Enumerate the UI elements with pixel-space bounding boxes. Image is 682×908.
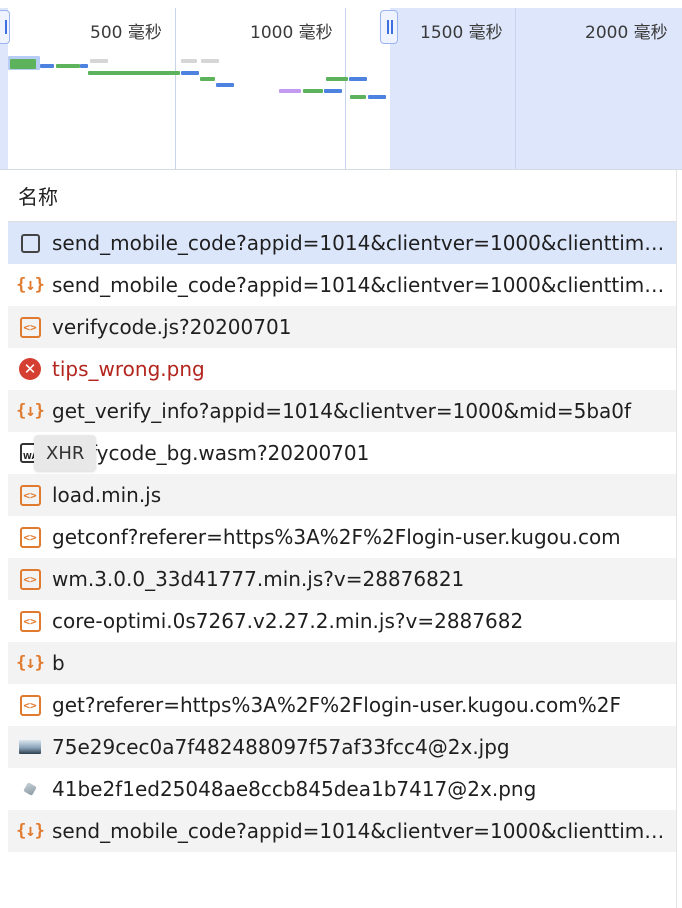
script-icon: <> [18, 483, 42, 507]
script-icon: <> [18, 315, 42, 339]
request-name: verifycode.js?20200701 [52, 315, 292, 339]
grid-line [515, 8, 516, 169]
panel-divider[interactable] [676, 170, 682, 908]
tick-label: 500 毫秒 [90, 23, 162, 43]
table-row[interactable]: ✕ tips_wrong.png [8, 348, 676, 390]
request-name: getconf?referer=https%3A%2F%2Flogin-user… [52, 525, 621, 549]
request-name: get_verify_info?appid=1014&clientver=100… [52, 399, 632, 423]
tick-label: 1000 毫秒 [250, 23, 333, 43]
waterfall-bar [303, 89, 323, 93]
xhr-icon: {↓} [16, 820, 45, 841]
table-row[interactable]: {↓} send_mobile_code?appid=1014&clientve… [8, 810, 676, 852]
column-header-label: 名称 [18, 185, 58, 209]
xhr-icon: {↓} [16, 652, 45, 673]
script-icon: <> [18, 609, 42, 633]
request-table: 名称 send_mobile_code?appid=1014&clientver… [8, 170, 676, 908]
request-name: wm.3.0.0_33d41777.min.js?v=28876821 [52, 567, 465, 591]
waterfall-bar [349, 77, 367, 81]
table-row[interactable]: <> verifycode.js?20200701 [8, 306, 676, 348]
tooltip-text: XHR [46, 442, 85, 464]
document-icon [18, 231, 42, 255]
table-row[interactable]: <> load.min.js [8, 474, 676, 516]
network-overview[interactable]: 500 毫秒 1000 毫秒 1500 毫秒 2000 毫秒 [0, 0, 682, 170]
table-row[interactable]: {↓} b [8, 642, 676, 684]
waterfall-bar [350, 95, 366, 99]
request-name: core-optimi.0s7267.v2.27.2.min.js?v=2887… [52, 609, 524, 633]
table-row[interactable]: <> get?referer=https%3A%2F%2Flogin-user.… [8, 684, 676, 726]
error-icon: ✕ [18, 357, 42, 381]
table-row[interactable]: 75e29cec0a7f482488097f57af33fcc4@2x.jpg [8, 726, 676, 768]
grid-line [345, 8, 346, 169]
waterfall-bar [216, 83, 234, 87]
table-row[interactable]: {↓} get_verify_info?appid=1014&clientver… [8, 390, 676, 432]
waterfall-bar [324, 89, 342, 93]
table-row[interactable]: {↓} send_mobile_code?appid=1014&clientve… [8, 264, 676, 306]
waterfall-bar [10, 59, 36, 69]
table-row[interactable]: <> wm.3.0.0_33d41777.min.js?v=28876821 [8, 558, 676, 600]
waterfall-bar [326, 77, 348, 81]
request-name: b [52, 651, 65, 675]
name-column-header[interactable]: 名称 [8, 170, 676, 222]
image-thumbnail-icon [18, 777, 42, 801]
waterfall-bar [40, 64, 54, 68]
waterfall-bar [80, 64, 88, 68]
script-icon: <> [18, 567, 42, 591]
script-icon: <> [18, 525, 42, 549]
request-name: verifycode_bg.wasm?20200701 [52, 441, 370, 465]
waterfall-bar [181, 71, 199, 75]
waterfall-bar [90, 59, 108, 63]
image-thumbnail-icon [18, 735, 42, 759]
overview-right-handle[interactable] [380, 10, 398, 44]
table-row[interactable]: <> core-optimi.0s7267.v2.27.2.min.js?v=2… [8, 600, 676, 642]
script-icon: <> [18, 693, 42, 717]
waterfall-bar [88, 71, 180, 75]
tick-label: 2000 毫秒 [585, 23, 668, 43]
waterfall-bar [200, 77, 215, 81]
request-name: tips_wrong.png [52, 357, 205, 381]
xhr-icon: {↓} [16, 274, 45, 295]
request-name: load.min.js [52, 483, 162, 507]
type-tooltip: XHR [34, 435, 97, 471]
waterfall-bar [279, 89, 301, 93]
request-name: 41be2f1ed25048ae8ccb845dea1b7417@2x.png [52, 777, 537, 801]
waterfall-bar [368, 95, 386, 99]
request-name: send_mobile_code?appid=1014&clientver=10… [52, 273, 676, 297]
grid-line [175, 8, 176, 169]
tick-label: 1500 毫秒 [420, 23, 503, 43]
request-name: send_mobile_code?appid=1014&clientver=10… [52, 231, 676, 255]
request-name: 75e29cec0a7f482488097f57af33fcc4@2x.jpg [52, 735, 510, 759]
table-row[interactable]: <> getconf?referer=https%3A%2F%2Flogin-u… [8, 516, 676, 558]
waterfall-bar [181, 59, 197, 63]
request-name: get?referer=https%3A%2F%2Flogin-user.kug… [52, 693, 621, 717]
waterfall-bar [56, 64, 80, 68]
waterfall-bar [201, 59, 219, 63]
overview-left-handle[interactable] [0, 10, 10, 44]
table-row[interactable]: 41be2f1ed25048ae8ccb845dea1b7417@2x.png [8, 768, 676, 810]
xhr-icon: {↓} [16, 400, 45, 421]
request-name: send_mobile_code?appid=1014&clientver=10… [52, 819, 676, 843]
table-row[interactable]: WA verifycode_bg.wasm?20200701 [8, 432, 676, 474]
table-row[interactable]: send_mobile_code?appid=1014&clientver=10… [8, 222, 676, 264]
